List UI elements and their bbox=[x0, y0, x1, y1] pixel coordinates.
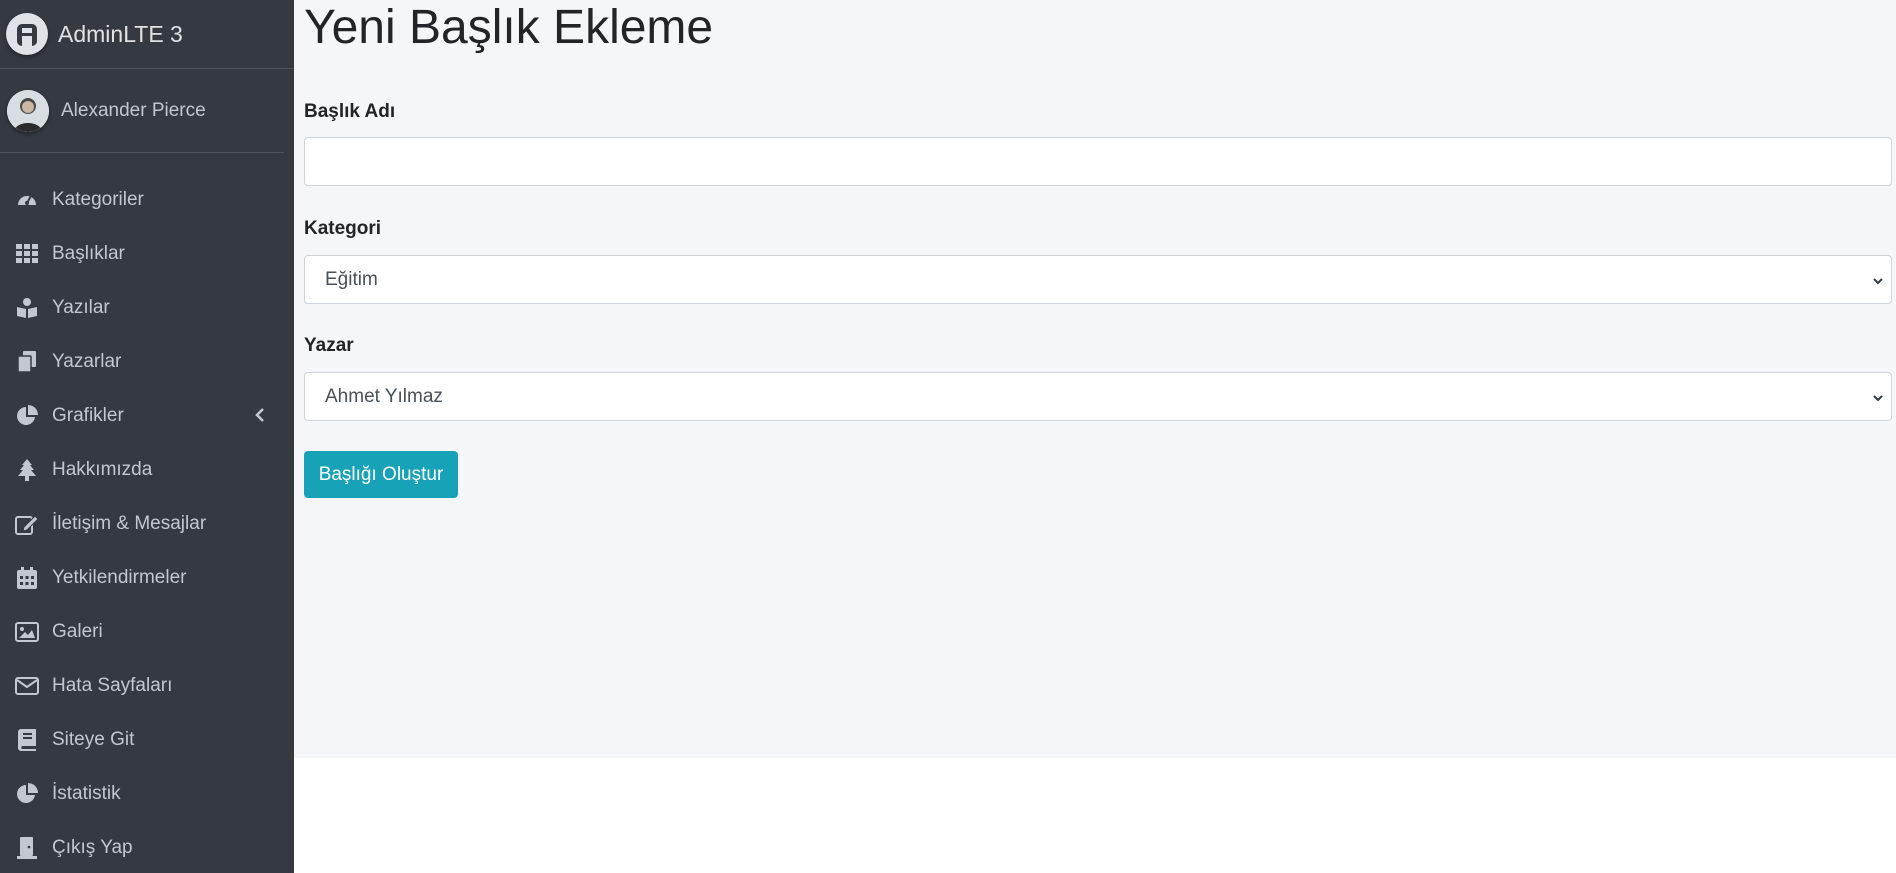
sidebar-item-label: Galeri bbox=[52, 621, 103, 642]
sidebar-item-label: Hata Sayfaları bbox=[52, 675, 173, 696]
sidebar-item-grafikler[interactable]: Grafikler bbox=[0, 389, 294, 443]
brand-logo bbox=[6, 13, 48, 55]
calendar-icon bbox=[14, 565, 40, 591]
tachometer-icon bbox=[14, 187, 40, 213]
sidebar-item-istatistik[interactable]: İstatistik bbox=[0, 767, 294, 821]
sidebar-item-label: Yazılar bbox=[52, 297, 110, 318]
sidebar-nav: Kategoriler Başlıklar Yazılar Yazarlar G… bbox=[0, 153, 294, 873]
sidebar-item-hata-sayfalari[interactable]: Hata Sayfaları bbox=[0, 659, 294, 713]
edit-icon bbox=[14, 511, 40, 537]
sidebar-item-galeri[interactable]: Galeri bbox=[0, 605, 294, 659]
brand-text: AdminLTE 3 bbox=[58, 20, 183, 47]
chart-pie-icon bbox=[14, 781, 40, 807]
book-icon bbox=[14, 727, 40, 753]
sidebar-item-yetkilendirmeler[interactable]: Yetkilendirmeler bbox=[0, 551, 294, 605]
chart-pie-icon bbox=[14, 403, 40, 429]
sidebar-item-kategoriler[interactable]: Kategoriler bbox=[0, 173, 294, 227]
sidebar-item-label: Hakkımızda bbox=[52, 459, 153, 480]
reader-icon bbox=[14, 295, 40, 321]
sidebar-item-label: Yazarlar bbox=[52, 351, 122, 372]
brand-link[interactable]: AdminLTE 3 bbox=[0, 0, 294, 69]
sidebar-item-label: Çıkış Yap bbox=[52, 837, 133, 858]
sidebar-item-yazilar[interactable]: Yazılar bbox=[0, 281, 294, 335]
chevron-down-icon bbox=[1871, 389, 1885, 411]
sidebar-item-label: İstatistik bbox=[52, 783, 121, 804]
sidebar-item-siteye-git[interactable]: Siteye Git bbox=[0, 713, 294, 767]
title-label: Başlık Adı bbox=[304, 101, 396, 122]
sidebar-item-label: Başlıklar bbox=[52, 243, 125, 264]
content-wrapper: Yeni Başlık Ekleme Başlık Adı Kategori E… bbox=[294, 0, 1896, 758]
image-icon bbox=[14, 619, 40, 645]
sidebar-item-iletisim[interactable]: İletişim & Mesajlar bbox=[0, 497, 294, 551]
category-label: Kategori bbox=[304, 218, 382, 239]
avatar[interactable] bbox=[7, 89, 49, 132]
category-select[interactable]: Eğitim bbox=[304, 255, 1892, 304]
sidebar-item-label: İletişim & Mesajlar bbox=[52, 513, 207, 534]
author-selected-value: Ahmet Yılmaz bbox=[325, 385, 443, 407]
sidebar-item-yazarlar[interactable]: Yazarlar bbox=[0, 335, 294, 389]
create-title-button[interactable]: Başlığı Oluştur bbox=[304, 451, 458, 498]
grid-icon bbox=[14, 241, 40, 267]
user-name[interactable]: Alexander Pierce bbox=[61, 100, 206, 122]
sidebar-item-label: Yetkilendirmeler bbox=[52, 567, 187, 588]
title-input[interactable] bbox=[304, 137, 1892, 186]
chevron-left-icon[interactable] bbox=[254, 406, 266, 429]
main-sidebar: AdminLTE 3 Alexander Pierce Kategoriler … bbox=[0, 0, 294, 873]
envelope-icon bbox=[14, 673, 40, 699]
user-panel[interactable]: Alexander Pierce bbox=[0, 69, 284, 153]
category-selected-value: Eğitim bbox=[325, 268, 378, 290]
copy-icon bbox=[14, 349, 40, 375]
sidebar-item-label: Siteye Git bbox=[52, 729, 135, 750]
sidebar-item-label: Kategoriler bbox=[52, 189, 144, 210]
tree-icon bbox=[14, 457, 40, 483]
page-title: Yeni Başlık Ekleme bbox=[304, 1, 714, 54]
author-select[interactable]: Ahmet Yılmaz bbox=[304, 372, 1892, 421]
sidebar-item-label: Grafikler bbox=[52, 405, 124, 426]
door-icon bbox=[14, 835, 40, 861]
sidebar-item-basliklar[interactable]: Başlıklar bbox=[0, 227, 294, 281]
sidebar-item-hakkimizda[interactable]: Hakkımızda bbox=[0, 443, 294, 497]
author-label: Yazar bbox=[304, 335, 354, 356]
chevron-down-icon bbox=[1871, 272, 1885, 294]
sidebar-item-cikis-yap[interactable]: Çıkış Yap bbox=[0, 821, 294, 873]
